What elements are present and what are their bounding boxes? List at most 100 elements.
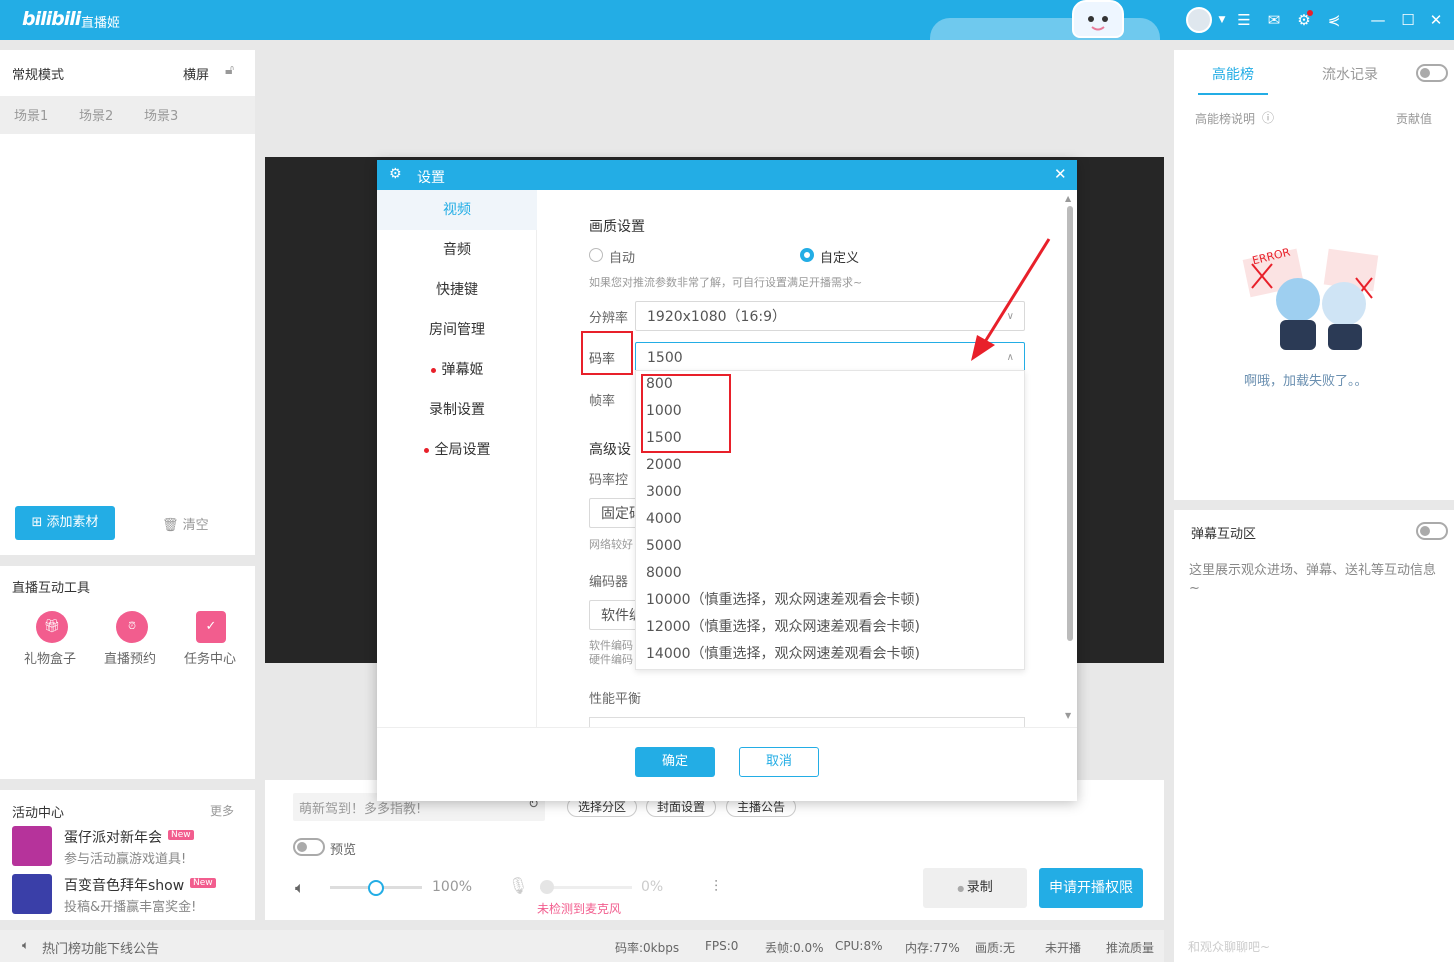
record-label: 录制	[966, 880, 993, 895]
quality-hint: 如果您对推流参数非常了解，可自行设置满足开播需求~	[589, 276, 863, 289]
menu-icon[interactable]: ☰	[1234, 10, 1254, 30]
nav-global[interactable]: 全局设置	[377, 430, 537, 470]
clear-label: 清空	[182, 518, 209, 533]
nav-room[interactable]: 房间管理	[377, 310, 537, 350]
unlock-icon[interactable]: 🔓︎	[225, 62, 234, 78]
dialog-divider	[377, 727, 1077, 728]
title-bar: bilibili 直播姬 ▼ ☰ ✉ ⚙ ⋞ — ☐ ✕	[0, 0, 1454, 40]
red-dot	[430, 367, 436, 373]
mail-icon[interactable]: ✉	[1264, 10, 1284, 30]
activity-thumbnail[interactable]	[12, 826, 52, 866]
tab-scene-2[interactable]: 场景2	[79, 105, 113, 124]
help-icon[interactable]: ⓘ	[1262, 109, 1274, 126]
bitrate-option[interactable]: 8000	[646, 560, 682, 587]
record-dot-icon: ●	[957, 884, 967, 893]
reservation-icon[interactable]: ⏰︎	[116, 611, 148, 643]
bitrate-option[interactable]: 14000（慎重选择，观众网速差观看会卡顿)	[646, 641, 920, 668]
scrollbar[interactable]	[1067, 206, 1073, 641]
volume-value: 100%	[432, 879, 473, 895]
dialog-title: 设置	[417, 170, 445, 186]
nav-audio[interactable]: 音频	[377, 230, 537, 270]
resolution-value: 1920x1080（16:9）	[647, 309, 786, 325]
danmu-toggle[interactable]	[1416, 522, 1448, 540]
ranking-toggle[interactable]	[1416, 64, 1448, 82]
scroll-up-icon[interactable]: ▲	[1065, 194, 1071, 203]
tool-live-reservation[interactable]: 直播预约	[104, 648, 156, 667]
more-link[interactable]: 更多	[210, 802, 234, 819]
status-bar: 🔈︎ 热门榜功能下线公告 码率:0kbps FPS:0 丢帧:0.0% CPU:…	[0, 930, 1164, 962]
settings-nav: 视频 音频 快捷键 房间管理 弹幕姬 录制设置 全局设置	[377, 190, 537, 727]
radio-auto[interactable]	[589, 248, 603, 262]
mascot-icon	[1072, 0, 1124, 38]
tool-gift-box[interactable]: 礼物盒子	[24, 648, 76, 667]
scroll-down-icon[interactable]: ▼	[1065, 711, 1071, 720]
mixer-icon[interactable]: ⫶	[714, 877, 718, 897]
new-badge: New	[190, 878, 216, 888]
apply-live-button[interactable]: 申请开播权限	[1039, 868, 1143, 908]
error-illustration: ERROR	[1236, 244, 1396, 356]
confirm-button[interactable]: 确定	[635, 747, 715, 777]
radio-auto-label: 自动	[609, 251, 636, 266]
settings-dialog: ⚙ 设置 ✕ 视频 音频 快捷键 房间管理 弹幕姬 录制设置 全局设置 画质设置…	[377, 160, 1077, 801]
status-drop: 丢帧:0.0%	[765, 941, 824, 955]
nav-shortcuts[interactable]: 快捷键	[377, 270, 537, 310]
fps-label: 帧率	[589, 394, 616, 409]
encoder-label: 编码器	[589, 575, 629, 590]
tab-scene-1[interactable]: 场景1	[14, 105, 48, 124]
mic-warning: 未检测到麦克风	[537, 902, 622, 916]
chat-input[interactable]: 和观众聊聊吧~	[1188, 938, 1270, 955]
tab-scene-3[interactable]: 场景3	[144, 105, 178, 124]
notice-link[interactable]: 热门榜功能下线公告	[42, 938, 159, 957]
status-quality: 画质:无	[975, 941, 1016, 955]
bitrate-option[interactable]: 12000（慎重选择，观众网速差观看会卡顿)	[646, 614, 920, 641]
volume-handle[interactable]	[368, 880, 384, 896]
minimize-icon[interactable]: —	[1368, 10, 1388, 30]
close-window-icon[interactable]: ✕	[1426, 10, 1446, 30]
radio-custom[interactable]	[800, 248, 814, 262]
bitrate-option[interactable]: 2000	[646, 452, 682, 479]
mic-handle[interactable]	[540, 880, 554, 894]
status-push-quality[interactable]: 推流质量	[1106, 939, 1154, 956]
cancel-button[interactable]: 取消	[739, 747, 819, 777]
preview-label: 预览	[330, 843, 357, 858]
task-icon[interactable]: ✓	[196, 611, 226, 643]
share-icon[interactable]: ⋞	[1324, 10, 1344, 30]
orientation-button[interactable]: 横屏	[183, 64, 209, 83]
activity-desc-1: 参与活动赢游戏道具!	[64, 852, 187, 867]
maximize-icon[interactable]: ☐	[1398, 10, 1418, 30]
ranking-explain[interactable]: 高能榜说明	[1195, 110, 1255, 127]
tab-ranking[interactable]: 高能榜	[1212, 64, 1254, 84]
activity-thumbnail[interactable]	[12, 874, 52, 914]
user-avatar[interactable]	[1186, 7, 1212, 33]
nav-record[interactable]: 录制设置	[377, 390, 537, 430]
preview-toggle[interactable]	[293, 838, 325, 856]
load-failed-text: 啊哦，加载失败了。。	[1244, 374, 1368, 389]
bitrate-option[interactable]: 3000	[646, 479, 682, 506]
bitrate-option[interactable]: 10000（慎重选择，观众网速差观看会卡顿)	[646, 587, 920, 614]
app-name: 直播姬	[81, 16, 121, 31]
activity-title: 活动中心	[12, 806, 65, 821]
nav-danmaku[interactable]: 弹幕姬	[377, 350, 537, 390]
microphone-icon[interactable]: 🎙︎	[508, 876, 528, 895]
performance-select[interactable]	[589, 717, 1025, 727]
activity-title-1[interactable]: 蛋仔派对新年会	[64, 827, 162, 847]
tab-flow-records[interactable]: 流水记录	[1322, 64, 1378, 84]
nav-video[interactable]: 视频	[377, 190, 537, 230]
record-button[interactable]: ● 录制	[923, 868, 1027, 908]
gift-icon[interactable]: 🎁︎	[36, 611, 68, 643]
activity-title-2[interactable]: 百变音色拜年show	[64, 875, 184, 895]
tool-task-center[interactable]: 任务中心	[184, 648, 236, 667]
status-cpu: CPU:8%	[835, 939, 883, 953]
close-icon[interactable]: ✕	[1054, 165, 1067, 183]
mode-label: 常规模式	[12, 68, 65, 83]
speaker-icon[interactable]: 🔈︎	[295, 878, 305, 898]
danmu-title: 弹幕互动区	[1191, 527, 1257, 542]
bitrate-option[interactable]: 5000	[646, 533, 682, 560]
clear-button[interactable]: 🗑︎ 清空	[162, 514, 209, 533]
contribution-label: 贡献值	[1396, 112, 1433, 126]
chevron-down-icon[interactable]: ▼	[1212, 10, 1232, 30]
add-material-button[interactable]: ⊞ 添加素材	[15, 506, 115, 540]
bitrate-option[interactable]: 4000	[646, 506, 682, 533]
activity-desc-2: 投稿&开播赢丰富奖金!	[64, 900, 197, 915]
rate-control-label: 码率控	[589, 473, 629, 488]
